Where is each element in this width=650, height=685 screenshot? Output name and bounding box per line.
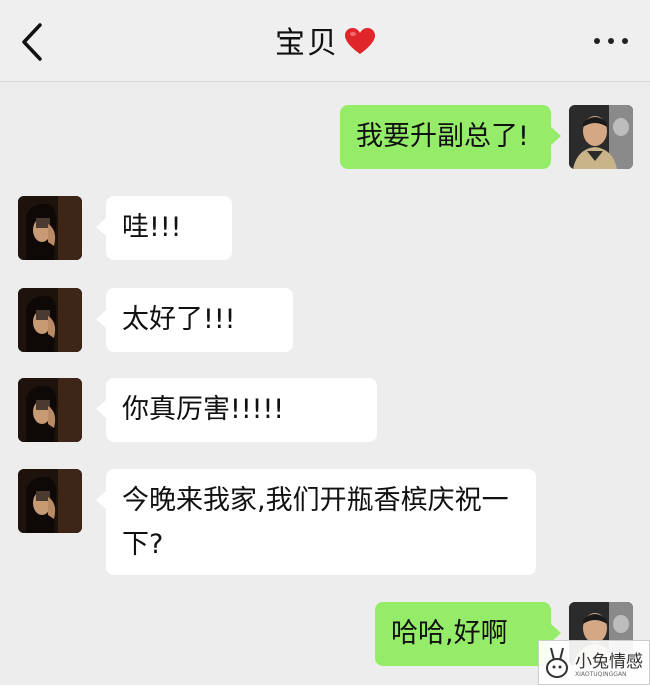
red-heart-icon	[345, 28, 375, 64]
message-bubble-incoming[interactable]: 今晚来我家,我们开瓶香槟庆祝一下?	[96, 469, 536, 575]
watermark: 小兔情感 XIAOTUQINGGAN	[538, 640, 650, 685]
message-text: 太好了!!!	[122, 304, 236, 335]
message-bubble-incoming[interactable]: 哇!!!	[96, 196, 232, 260]
message-text: 你真厉害!!!!!	[122, 394, 285, 425]
message-text: 哈哈,好啊	[391, 618, 508, 649]
message-bubble-outgoing[interactable]: 哈哈,好啊	[375, 602, 561, 666]
message-text: 今晚来我家,我们开瓶香槟庆祝一下?	[122, 485, 509, 560]
message-bubble-incoming[interactable]: 太好了!!!	[96, 288, 293, 352]
watermark-text: 小兔情感	[575, 652, 643, 672]
my-avatar[interactable]	[569, 105, 633, 169]
message-bubble-outgoing[interactable]: 我要升副总了!	[340, 105, 561, 169]
rabbit-logo-icon	[543, 646, 573, 680]
contact-avatar[interactable]	[18, 469, 82, 533]
message-bubble-incoming[interactable]: 你真厉害!!!!!	[96, 378, 377, 442]
chat-header: 宝贝	[0, 0, 650, 82]
chat-title: 宝贝	[0, 18, 650, 64]
contact-avatar[interactable]	[18, 288, 82, 352]
message-text: 哇!!!	[122, 212, 182, 243]
contact-avatar[interactable]	[18, 196, 82, 260]
watermark-subtext: XIAOTUQINGGAN	[575, 671, 627, 678]
contact-name: 宝贝	[275, 26, 339, 61]
more-options-icon[interactable]	[594, 38, 628, 48]
contact-avatar[interactable]	[18, 378, 82, 442]
message-text: 我要升副总了!	[356, 121, 529, 152]
